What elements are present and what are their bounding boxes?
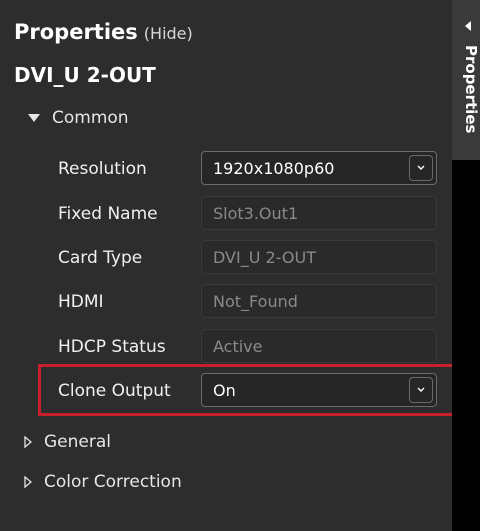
property-label: Resolution [58,159,147,179]
panel-title: Properties [14,20,138,44]
properties-panel: Properties (Hide) DVI_U 2-OUT Common Res… [0,0,456,531]
resolution-value: 1920x1080p60 [213,158,335,178]
section-general[interactable]: General [24,432,111,452]
property-label: HDCP Status [58,337,166,357]
caret-down-icon [28,114,40,122]
property-label: Card Type [58,248,143,268]
property-row-resolution: Resolution 1920x1080p60 [58,151,438,187]
caret-right-icon [24,476,32,488]
section-general-label: General [44,432,111,452]
panel-header: Properties (Hide) [14,20,193,44]
hide-link[interactable]: (Hide) [144,24,193,43]
property-row-hdcp-status: HDCP Status Active [58,329,438,365]
hdmi-field: Not_Found [201,284,437,318]
side-area [452,160,480,531]
resolution-dropdown-button[interactable] [409,155,433,181]
fixed-name-value: Slot3.Out1 [213,203,299,223]
card-type-field: DVI_U 2-OUT [201,240,437,274]
property-label: Fixed Name [58,204,158,224]
property-label: HDMI [58,292,104,312]
property-row-fixed-name: Fixed Name Slot3.Out1 [58,196,438,232]
section-common-label: Common [52,108,129,128]
property-row-hdmi: HDMI Not_Found [58,284,438,320]
section-common[interactable]: Common [24,108,129,128]
hdcp-status-value: Active [213,336,263,356]
chevron-down-icon [417,165,425,170]
properties-window: Properties (Hide) DVI_U 2-OUT Common Res… [0,0,480,531]
property-row-card-type: Card Type DVI_U 2-OUT [58,240,438,276]
clone-output-highlight [38,364,456,416]
collapse-left-arrow-icon[interactable] [464,20,472,32]
section-color-correction-label: Color Correction [44,472,182,492]
hdcp-status-field: Active [201,329,437,363]
card-type-value: DVI_U 2-OUT [213,247,316,267]
section-color-correction[interactable]: Color Correction [24,472,182,492]
hdmi-value: Not_Found [213,291,298,311]
resolution-dropdown[interactable]: 1920x1080p60 [201,151,437,185]
caret-right-icon [24,436,32,448]
side-tab-label: Properties [462,45,480,134]
device-name: DVI_U 2-OUT [14,63,156,87]
fixed-name-field: Slot3.Out1 [201,196,437,230]
